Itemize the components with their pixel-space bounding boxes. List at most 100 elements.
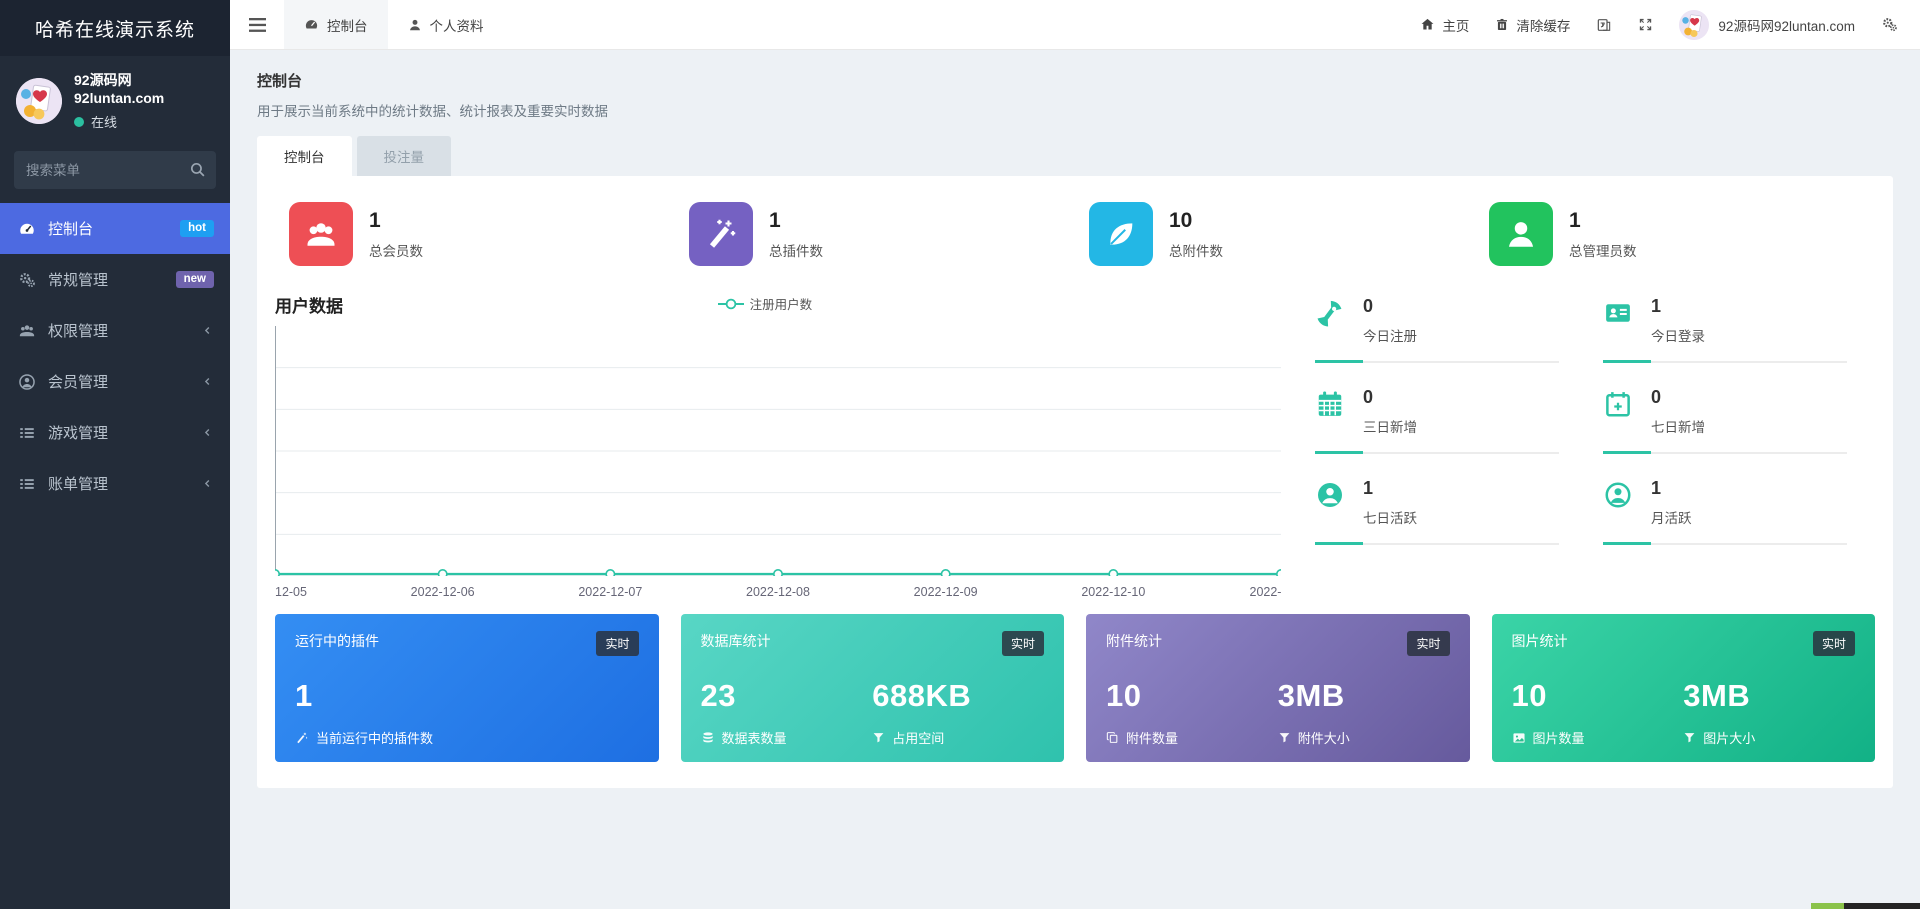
avatar[interactable] bbox=[16, 77, 62, 124]
page-title: 控制台 bbox=[257, 73, 303, 90]
stat-label: 今日注册 bbox=[1363, 329, 1417, 344]
user-menu[interactable]: 92源码网92luntan.com bbox=[1679, 9, 1855, 40]
sidebar-item-bills[interactable]: 账单管理 bbox=[0, 458, 230, 509]
tab-dashboard[interactable]: 控制台 bbox=[257, 136, 352, 176]
list-icon bbox=[18, 424, 36, 442]
x-axis-tick: 2022-12-10 bbox=[1081, 585, 1146, 599]
card-title: 运行中的插件 bbox=[295, 633, 379, 649]
stat-value: 1 bbox=[369, 208, 381, 232]
sidebar: 哈希在线演示系统 92源码网92luntan.com 在线 搜索菜单 控制台 h… bbox=[0, 0, 230, 909]
sidebar-item-dashboard[interactable]: 控制台 hot bbox=[0, 203, 230, 254]
list-icon bbox=[18, 475, 36, 493]
settings-button[interactable] bbox=[1881, 16, 1898, 33]
divider bbox=[1603, 451, 1847, 454]
users-group-icon bbox=[18, 322, 36, 340]
sidebar-user-panel: 92源码网92luntan.com 在线 bbox=[0, 56, 230, 141]
stat-today-login: 1 今日登录 bbox=[1603, 292, 1847, 383]
page-subtitle: 用于展示当前系统中的统计数据、统计报表及重要实时数据 bbox=[257, 104, 608, 119]
x-axis-tick: 2022-12-07 bbox=[578, 585, 643, 599]
card-database-stats: 数据库统计 实时 23 688KB 数据表数量 占用空间 bbox=[680, 614, 1064, 762]
calendar-plus-icon bbox=[1603, 387, 1637, 419]
copy-icon bbox=[1106, 731, 1119, 744]
chart-title: 用户数据 bbox=[275, 297, 343, 316]
stat-value: 0 bbox=[1363, 387, 1374, 407]
stat-total-members: 1 总会员数 bbox=[275, 202, 675, 266]
stat-label: 三日新增 bbox=[1363, 420, 1417, 435]
members-icon bbox=[289, 202, 353, 266]
sidebar-item-label: 会员管理 bbox=[48, 374, 109, 391]
stat-label: 总会员数 bbox=[369, 243, 423, 259]
sidebar-item-label: 权限管理 bbox=[48, 323, 109, 340]
language-button[interactable] bbox=[1596, 17, 1612, 33]
stat-value: 1 bbox=[1651, 478, 1662, 498]
card-foot-label: 图片数量 bbox=[1532, 731, 1585, 746]
rocket-icon bbox=[1315, 296, 1349, 328]
fullscreen-button[interactable] bbox=[1638, 17, 1653, 32]
chevron-left-icon bbox=[201, 324, 214, 337]
sidebar-toggle-button[interactable] bbox=[230, 0, 284, 49]
funnel-icon bbox=[1683, 731, 1696, 744]
card-title: 图片统计 bbox=[1511, 633, 1568, 649]
user-circle-icon bbox=[18, 373, 36, 391]
stat-total-plugins: 1 总插件数 bbox=[675, 202, 1075, 266]
sidebar-item-permissions[interactable]: 权限管理 bbox=[0, 305, 230, 356]
fullscreen-icon bbox=[1638, 17, 1653, 32]
funnel-icon bbox=[1278, 731, 1291, 744]
card-foot-label: 附件大小 bbox=[1297, 731, 1350, 746]
sidebar-search bbox=[14, 151, 216, 189]
dashboard-icon bbox=[18, 220, 36, 238]
realtime-badge: 实时 bbox=[1812, 631, 1855, 656]
home-link[interactable]: 主页 bbox=[1420, 15, 1469, 35]
home-label: 主页 bbox=[1442, 18, 1470, 34]
user-circle-outline-icon bbox=[1603, 478, 1637, 510]
sidebar-item-label: 控制台 bbox=[48, 221, 94, 238]
card-value: 10 bbox=[1511, 678, 1547, 713]
new-badge: new bbox=[175, 270, 214, 289]
stat-label: 总附件数 bbox=[1169, 243, 1223, 259]
sidebar-item-games[interactable]: 游戏管理 bbox=[0, 407, 230, 458]
search-input[interactable] bbox=[14, 151, 216, 189]
divider bbox=[1603, 360, 1847, 363]
divider bbox=[1603, 542, 1847, 545]
sidebar-menu: 控制台 hot 常规管理 new 权限管理 会员管理 游戏管理 账单管理 bbox=[0, 203, 230, 509]
topbar-username: 92源码网92luntan.com bbox=[1718, 18, 1855, 34]
image-icon bbox=[1512, 731, 1526, 745]
x-axis-tick: 2022-12-08 bbox=[746, 585, 810, 599]
funnel-icon bbox=[872, 731, 885, 744]
card-running-plugins: 运行中的插件 实时 1 当前运行中的插件数 bbox=[275, 614, 659, 762]
chart-legend[interactable]: 注册用户数 bbox=[717, 294, 812, 313]
card-foot-label: 当前运行中的插件数 bbox=[316, 731, 434, 746]
divider bbox=[1315, 360, 1559, 363]
page-content: 控制台 用于展示当前系统中的统计数据、统计报表及重要实时数据 控制台 投注量 1 bbox=[230, 50, 1920, 909]
dashboard-panel: 1 总会员数 1 总插件数 10 总附件数 1 总管理员数 用户数据 注册用户数… bbox=[257, 176, 1893, 788]
dashboard-icon bbox=[304, 17, 319, 32]
tab-bet-volume[interactable]: 投注量 bbox=[356, 136, 451, 176]
topbar-tab-dashboard[interactable]: 控制台 bbox=[284, 0, 388, 49]
card-title: 附件统计 bbox=[1106, 633, 1162, 649]
stat-label: 七日活跃 bbox=[1363, 511, 1417, 526]
stat-label: 月活跃 bbox=[1651, 511, 1692, 526]
home-icon bbox=[1420, 17, 1435, 32]
mini-stats-grid: 0 今日注册 1 今日登录 0 三日新增 0 七日新增 1 七日活跃 1 月活跃 bbox=[1315, 292, 1875, 604]
sidebar-item-general[interactable]: 常规管理 new bbox=[0, 254, 230, 305]
stat-7day-new: 0 七日新增 bbox=[1603, 383, 1847, 474]
chart-x-axis-labels: 2022-12-05 2022-12-06 2022-12-07 2022-12-08… bbox=[275, 582, 1281, 604]
sidebar-item-label: 账单管理 bbox=[48, 476, 109, 493]
hot-badge: hot bbox=[180, 219, 214, 238]
language-icon bbox=[1596, 17, 1612, 33]
progress-bar-played bbox=[1811, 903, 1844, 909]
avatar bbox=[1679, 9, 1710, 40]
topbar-tab-profile[interactable]: 个人资料 bbox=[388, 0, 504, 49]
card-value: 23 bbox=[700, 678, 736, 713]
stat-value: 1 bbox=[1569, 208, 1581, 232]
sidebar-item-members[interactable]: 会员管理 bbox=[0, 356, 230, 407]
content-tabs: 控制台 投注量 bbox=[257, 136, 1893, 176]
sidebar-username: 92源码网92luntan.com bbox=[74, 72, 165, 106]
card-foot-label: 附件数量 bbox=[1126, 731, 1179, 746]
clear-cache-link[interactable]: 清除缓存 bbox=[1495, 15, 1570, 35]
chart-plot-area bbox=[275, 326, 1281, 576]
user-circle-filled-icon bbox=[1315, 478, 1349, 510]
card-value: 3MB bbox=[1683, 678, 1751, 713]
x-axis-tick: 2022-12-11 bbox=[1249, 585, 1281, 599]
search-icon[interactable] bbox=[189, 161, 206, 178]
